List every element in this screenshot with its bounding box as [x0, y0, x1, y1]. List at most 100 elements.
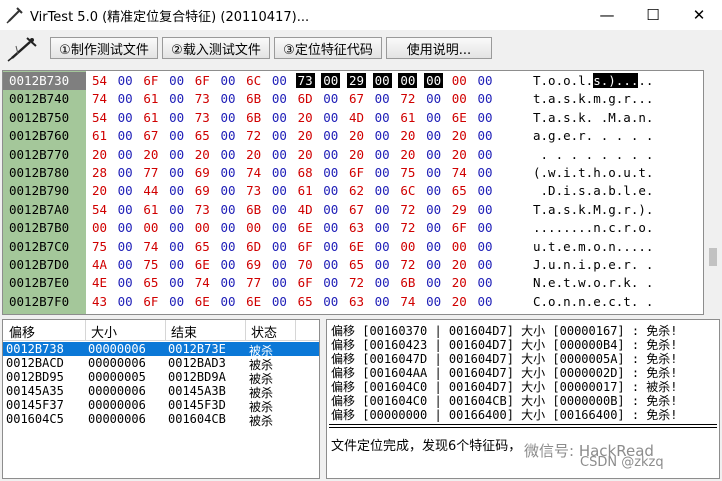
- hex-byte[interactable]: 6C: [244, 73, 263, 88]
- result-row[interactable]: 00145A35 00000006 00145A3B 被杀: [3, 384, 319, 400]
- hex-byte[interactable]: 00: [116, 91, 135, 106]
- hex-byte[interactable]: 00: [270, 110, 289, 125]
- hex-byte[interactable]: 00: [167, 257, 186, 272]
- hex-byte[interactable]: 6F: [141, 73, 160, 88]
- hex-byte[interactable]: 00: [424, 73, 444, 88]
- hex-byte[interactable]: 00: [373, 165, 392, 180]
- hex-byte[interactable]: 00: [476, 147, 495, 162]
- hex-row[interactable]: 0012B740 74 00 61 00 73 00 6B 00 6D 00 67 00 72 00 00 00…: [3, 90, 703, 108]
- hex-byte[interactable]: 6E: [450, 110, 469, 125]
- hex-byte[interactable]: 61: [296, 183, 315, 198]
- hex-byte[interactable]: 00: [167, 110, 186, 125]
- hex-byte[interactable]: 65: [450, 183, 469, 198]
- hex-byte[interactable]: 29: [450, 202, 469, 217]
- hex-byte[interactable]: 20: [398, 147, 417, 162]
- hex-byte[interactable]: 00: [219, 91, 238, 106]
- hex-row[interactable]: 0012B730 54 00 6F 00 6F 00 6C 00 73 00 29 00 00 00 00 00…: [3, 72, 703, 90]
- hex-byte[interactable]: 00: [116, 275, 135, 290]
- hex-byte[interactable]: 00: [373, 202, 392, 217]
- hex-byte[interactable]: 00: [116, 294, 135, 309]
- hex-byte[interactable]: 00: [476, 165, 495, 180]
- hex-byte[interactable]: 00: [167, 202, 186, 217]
- hex-byte[interactable]: 00: [424, 110, 443, 125]
- hex-byte[interactable]: 00: [373, 220, 392, 235]
- minimize-button[interactable]: —: [584, 0, 630, 30]
- hex-byte[interactable]: 00: [270, 91, 289, 106]
- hex-byte[interactable]: 00: [167, 147, 186, 162]
- hex-ascii[interactable]: T.o.o.l.s.).....: [533, 73, 653, 88]
- result-list[interactable]: 偏移 大小 结束 状态 0012B738 00000006 0012B73E 被杀 00…: [2, 319, 320, 479]
- hex-byte[interactable]: 00: [219, 257, 238, 272]
- help-button[interactable]: 使用说明...: [386, 37, 492, 59]
- hex-byte[interactable]: 00: [450, 91, 469, 106]
- hex-byte[interactable]: 63: [347, 220, 366, 235]
- hex-byte[interactable]: 69: [193, 183, 212, 198]
- hex-byte[interactable]: 00: [167, 220, 186, 235]
- hex-byte[interactable]: 73: [295, 73, 315, 88]
- hex-byte[interactable]: 00: [270, 165, 289, 180]
- hex-byte[interactable]: 00: [424, 257, 443, 272]
- hex-byte[interactable]: 73: [244, 183, 263, 198]
- hex-row[interactable]: 0012B750 54 00 61 00 73 00 6B 00 20 00 4D 00 61 00 6E 00…: [3, 109, 703, 127]
- hex-byte[interactable]: 74: [398, 294, 417, 309]
- hex-byte[interactable]: 00: [270, 147, 289, 162]
- hex-byte[interactable]: 74: [450, 165, 469, 180]
- hex-byte[interactable]: 00: [424, 275, 443, 290]
- hex-row[interactable]: 0012B7A0 54 00 61 00 73 00 6B 00 4D 00 67 00 72 00 29 00…: [3, 201, 703, 219]
- hex-byte[interactable]: 00: [270, 220, 289, 235]
- hex-byte[interactable]: 72: [398, 91, 417, 106]
- make-test-file-button[interactable]: ①制作测试文件: [50, 37, 158, 59]
- hex-byte[interactable]: 67: [347, 91, 366, 106]
- hex-ascii[interactable]: T.a.s.k. .M.a.n.: [533, 110, 653, 125]
- hex-byte[interactable]: 6E: [193, 257, 212, 272]
- hex-byte[interactable]: 00: [476, 294, 495, 309]
- hex-byte[interactable]: 6D: [296, 91, 315, 106]
- hex-byte[interactable]: 00: [116, 220, 135, 235]
- hex-byte[interactable]: 00: [219, 73, 238, 88]
- hex-byte[interactable]: 00: [219, 110, 238, 125]
- hex-row[interactable]: 0012B7E0 4E 00 65 00 74 00 77 00 6F 00 72 00 6B 00 20 00…: [3, 274, 703, 292]
- hex-byte[interactable]: 00: [270, 239, 289, 254]
- hex-byte[interactable]: 6E: [347, 239, 366, 254]
- hex-byte[interactable]: 72: [398, 220, 417, 235]
- hex-byte[interactable]: 00: [321, 128, 340, 143]
- hex-byte[interactable]: 20: [450, 275, 469, 290]
- hex-row[interactable]: 0012B780 28 00 77 00 69 00 74 00 68 00 6F 00 75 00 74 00…: [3, 164, 703, 182]
- hex-byte[interactable]: 72: [244, 128, 263, 143]
- hex-byte[interactable]: 00: [116, 239, 135, 254]
- hex-byte[interactable]: 00: [476, 239, 495, 254]
- hex-ascii[interactable]: ........n.c.r.o.: [533, 220, 653, 235]
- hex-byte[interactable]: 43: [90, 294, 109, 309]
- hex-byte[interactable]: 00: [167, 239, 186, 254]
- hex-ascii[interactable]: J.u.n.i.p.e.r. .: [533, 257, 653, 272]
- hex-row[interactable]: 0012B7D0 4A 00 75 00 6E 00 69 00 70 00 65 00 72 00 20 00…: [3, 256, 703, 274]
- hex-byte[interactable]: 00: [270, 275, 289, 290]
- hex-byte[interactable]: 73: [193, 91, 212, 106]
- hex-byte[interactable]: 00: [424, 128, 443, 143]
- hex-byte[interactable]: 74: [141, 239, 160, 254]
- hex-byte[interactable]: 00: [321, 91, 340, 106]
- hex-byte[interactable]: 72: [398, 202, 417, 217]
- hex-byte[interactable]: 69: [193, 165, 212, 180]
- hex-byte[interactable]: 00: [321, 294, 340, 309]
- hex-row[interactable]: 0012B7B0 00 00 00 00 00 00 00 00 6E 00 63 00 72 00 6F 00…: [3, 219, 703, 237]
- hex-byte[interactable]: 61: [90, 128, 109, 143]
- hex-byte[interactable]: 75: [90, 239, 109, 254]
- locate-signature-button[interactable]: ③定位特征代码: [274, 37, 382, 59]
- hex-byte[interactable]: 00: [270, 294, 289, 309]
- hex-byte[interactable]: 28: [90, 165, 109, 180]
- hex-byte[interactable]: 20: [347, 128, 366, 143]
- header-end[interactable]: 结束: [171, 322, 197, 341]
- hex-byte[interactable]: 00: [424, 147, 443, 162]
- hex-byte[interactable]: 65: [347, 257, 366, 272]
- hex-byte[interactable]: 00: [116, 110, 135, 125]
- hex-byte[interactable]: 00: [424, 183, 443, 198]
- hex-byte[interactable]: 00: [373, 239, 392, 254]
- hex-byte[interactable]: 4E: [90, 275, 109, 290]
- hex-byte[interactable]: 61: [398, 110, 417, 125]
- hex-ascii[interactable]: t.a.s.k.m.g.r...: [533, 91, 653, 106]
- hex-row[interactable]: 0012B7C0 75 00 74 00 65 00 6D 00 6F 00 6E 00 00 00 00 00…: [3, 238, 703, 256]
- hex-byte[interactable]: 20: [90, 147, 109, 162]
- hex-byte[interactable]: 00: [476, 257, 495, 272]
- hex-byte[interactable]: 00: [167, 294, 186, 309]
